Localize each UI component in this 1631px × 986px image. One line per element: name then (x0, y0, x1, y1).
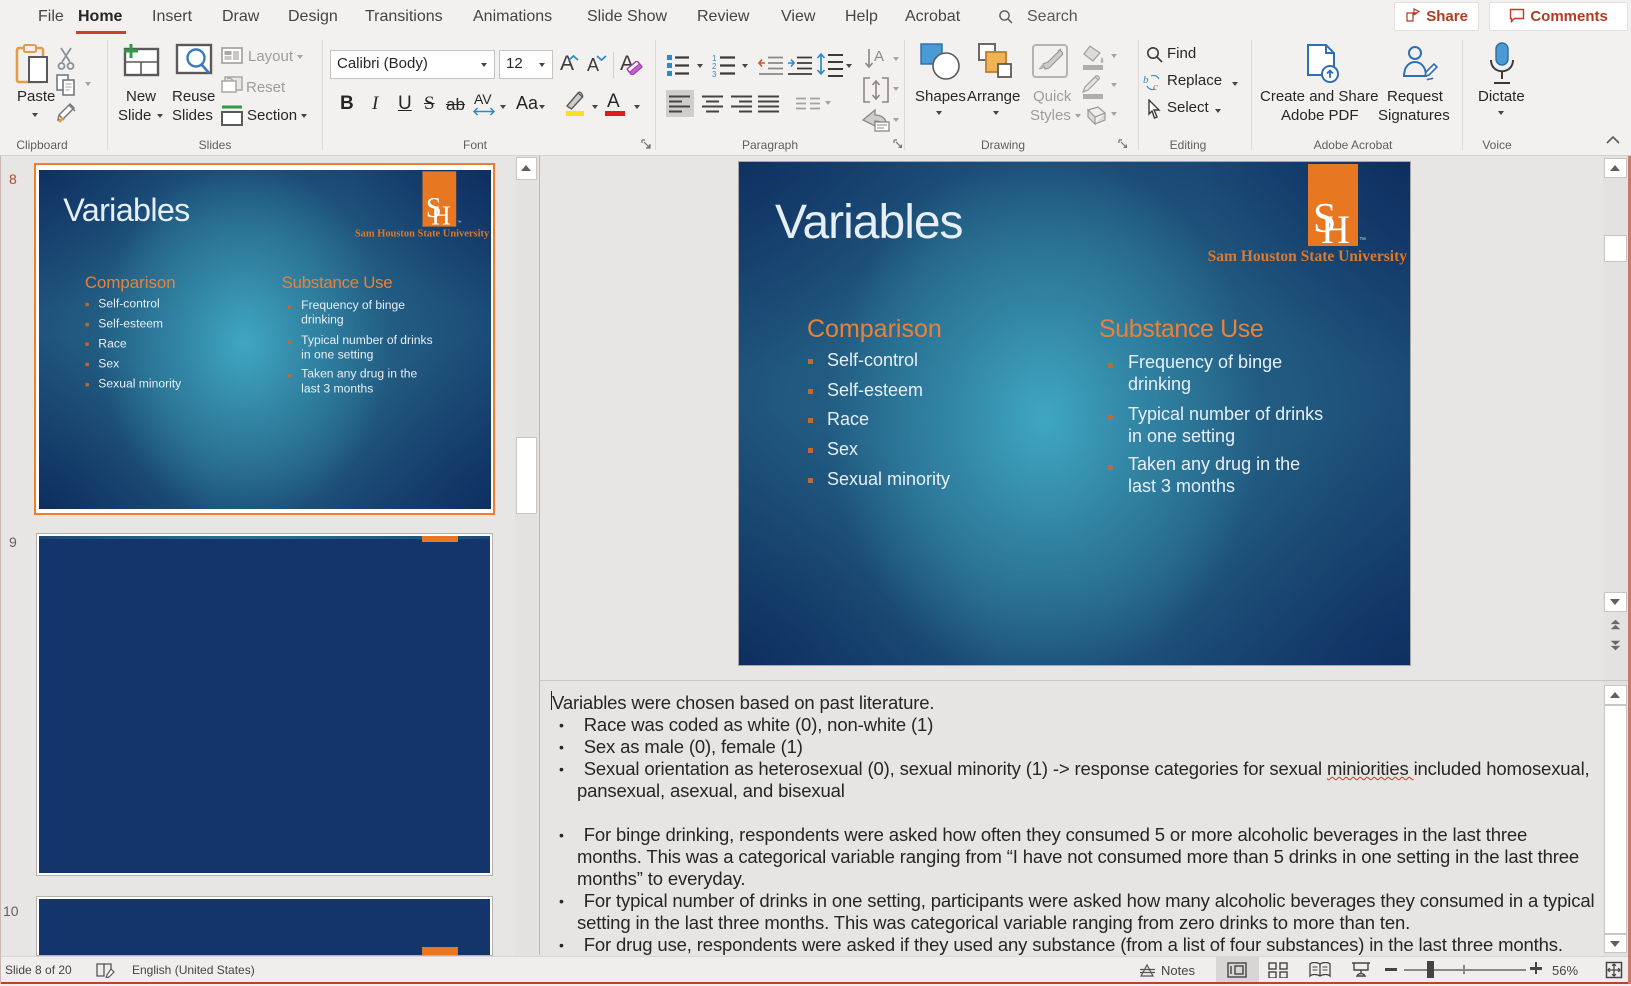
svg-text:3: 3 (712, 70, 717, 77)
svg-text:c: c (1153, 81, 1158, 93)
svg-text:A: A (874, 48, 884, 65)
svg-text:b: b (1143, 74, 1149, 86)
